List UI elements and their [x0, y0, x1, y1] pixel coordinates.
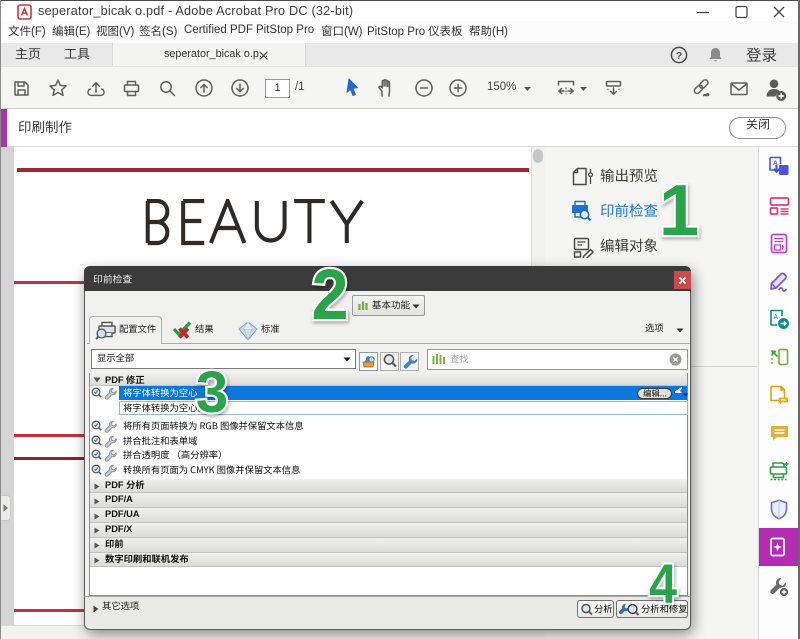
- svg-text:2: 2: [312, 256, 349, 335]
- svg-text:A: A: [774, 314, 779, 321]
- svg-text:3: 3: [196, 360, 228, 425]
- svg-text:4: 4: [649, 552, 677, 615]
- svg-text:1: 1: [659, 171, 699, 251]
- svg-text:?: ?: [676, 51, 682, 62]
